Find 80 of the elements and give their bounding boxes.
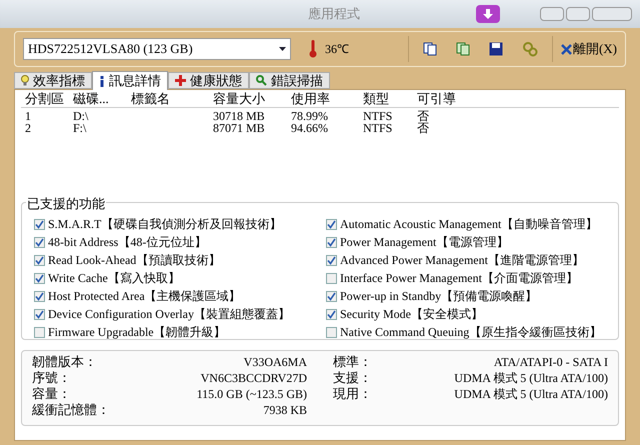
field-label: 緩衝記憶體： xyxy=(32,401,110,420)
column-header[interactable]: 分割區 xyxy=(21,88,69,108)
checkbox-label: Automatic Acoustic Management【自動噪音管理】 xyxy=(340,216,598,233)
checkbox[interactable] xyxy=(326,218,337,230)
checkbox-label: Security Mode【安全模式】 xyxy=(340,306,483,323)
checkbox[interactable] xyxy=(34,236,45,248)
temperature-reading: 36℃ xyxy=(325,41,349,58)
field-value: V33OA6MA xyxy=(244,354,307,371)
checkbox[interactable] xyxy=(34,254,45,266)
column-header[interactable]: 容量大小 xyxy=(209,88,287,108)
table-cell-text: 否 xyxy=(416,110,430,122)
search-icon xyxy=(256,75,267,86)
table-cell-text: NTFS xyxy=(362,110,394,122)
tab[interactable]: 效率指標 xyxy=(14,72,92,89)
tab[interactable]: 健康狀態 xyxy=(168,72,249,89)
table-cell-text: 2 xyxy=(24,122,32,134)
table-cell-text: 78.99% xyxy=(290,110,329,122)
lightbulb-icon xyxy=(21,75,29,86)
download-icon[interactable] xyxy=(476,5,500,23)
caret-icon xyxy=(279,47,286,51)
field-label: 支援： xyxy=(333,369,372,388)
exit-button[interactable]: 離開(X) xyxy=(560,39,617,59)
info-icon xyxy=(99,76,105,86)
checkbox-label: Read Look-Ahead【預讀取技術】 xyxy=(48,252,220,269)
field-label: 現用： xyxy=(333,385,372,404)
checkbox-label: Power Management【電源管理】 xyxy=(340,234,508,251)
checkbox[interactable] xyxy=(326,254,337,266)
table-cell-text: 30718 MB xyxy=(212,110,266,122)
column-header[interactable]: 可引導 xyxy=(413,88,467,108)
drive-dropdown[interactable]: HDS722512VLSA80 (123 GB) xyxy=(23,38,291,60)
checkbox[interactable] xyxy=(34,218,45,230)
field-value: ATA/ATAPI-0 - SATA I xyxy=(494,354,608,371)
thermometer-icon xyxy=(309,40,317,58)
field-label: 韌體版本： xyxy=(32,353,97,371)
checkbox-label: Write Cache【寫入快取】 xyxy=(48,270,180,287)
checkbox-label: Native Command Queuing【原生指令緩衝區技術】 xyxy=(340,324,602,341)
window-title: 應用程式 xyxy=(308,5,360,24)
field-label: 序號： xyxy=(32,369,71,387)
column-header[interactable]: 標籤名 xyxy=(127,88,209,108)
checkbox-label: Device Configuration Overlay【裝置組態覆蓋】 xyxy=(48,306,290,323)
copy-icon[interactable] xyxy=(422,42,437,56)
checkbox[interactable] xyxy=(34,326,45,338)
table-cell-text: F:\ xyxy=(72,122,88,134)
field-value: UDMA 模式 5 (Ultra ATA/100) xyxy=(454,370,608,387)
table-cell-text: NTFS xyxy=(362,122,394,134)
table-cell-text: D:\ xyxy=(72,110,90,122)
field-label: 容量： xyxy=(32,385,71,403)
field-value: UDMA 模式 5 (Ultra ATA/100) xyxy=(454,386,608,403)
checkbox-label: 48-bit Address【48-位元位址】 xyxy=(48,234,206,251)
table-cell-text: 1 xyxy=(24,110,32,122)
save-icon[interactable] xyxy=(488,42,503,56)
table-cell-text: 94.66% xyxy=(290,122,329,134)
checkbox[interactable] xyxy=(34,290,45,302)
field-value: 115.0 GB (~123.5 GB) xyxy=(196,386,307,403)
column-header[interactable]: 使用率 xyxy=(287,88,359,108)
tab[interactable]: 錯誤掃描 xyxy=(249,72,330,89)
checkbox-label: Firmware Upgradable【韌體升級】 xyxy=(48,324,226,341)
checkbox-label: Advanced Power Management【進階電源管理】 xyxy=(340,252,584,269)
medical-cross-icon xyxy=(175,75,186,86)
checkbox[interactable] xyxy=(34,308,45,320)
column-header[interactable]: 類型 xyxy=(359,88,413,108)
table-cell-text: 87071 MB xyxy=(212,122,266,134)
checkbox[interactable] xyxy=(326,308,337,320)
checkbox-label: Host Protected Area【主機保護區域】 xyxy=(48,288,241,305)
field-value: VN6C3BCCDRV27D xyxy=(200,370,307,387)
checkbox[interactable] xyxy=(34,272,45,284)
field-value: 7938 KB xyxy=(263,402,307,419)
copy-icon[interactable] xyxy=(456,42,470,56)
checkbox[interactable] xyxy=(326,290,337,302)
checkbox-label: Power-up in Standby【預備電源喚醒】 xyxy=(340,288,538,305)
checkbox[interactable] xyxy=(326,272,337,284)
column-header[interactable]: 磁碟... xyxy=(69,88,127,108)
checkbox[interactable] xyxy=(326,236,337,248)
field-label: 標準： xyxy=(333,353,372,371)
tab[interactable]: 訊息詳情 xyxy=(92,71,168,90)
checkbox-label: Interface Power Management【介面電源管理】 xyxy=(340,270,578,287)
checkbox[interactable] xyxy=(326,326,337,338)
table-cell-text: 否 xyxy=(416,122,430,134)
checkbox-label: S.M.A.R.T【硬碟自我偵測分析及回報技術】 xyxy=(48,216,282,233)
close-icon xyxy=(560,44,572,54)
